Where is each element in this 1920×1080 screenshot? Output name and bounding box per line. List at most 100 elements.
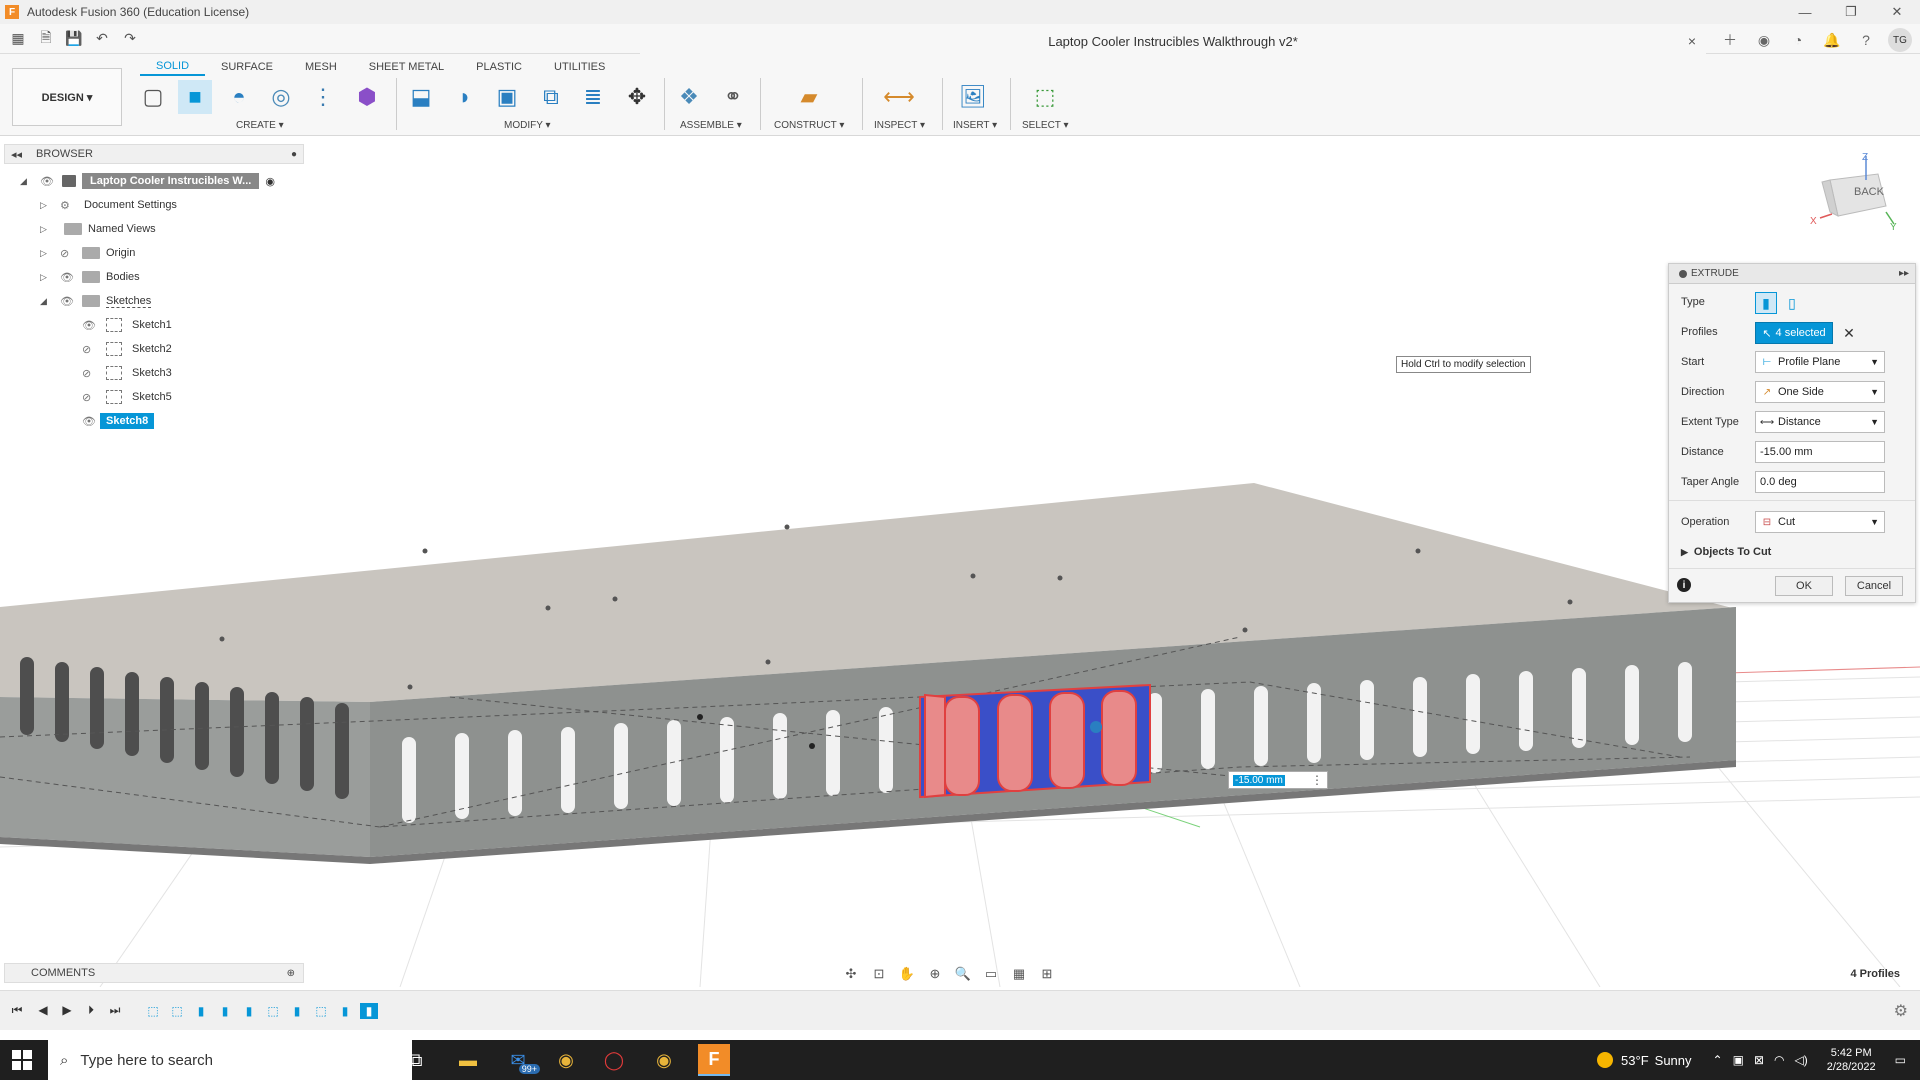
tree-item-sketch1[interactable]: 👁 Sketch1	[76, 314, 172, 336]
play-icon[interactable]: ▶	[58, 1001, 76, 1019]
close-window-button[interactable]: ✕	[1874, 0, 1920, 24]
pattern-icon[interactable]: ⋮	[306, 80, 340, 114]
clock[interactable]: 5:42 PM 2/28/2022	[1827, 1046, 1876, 1074]
expand-dialog-icon[interactable]: ▸▸	[1899, 268, 1909, 279]
tree-item-bodies[interactable]: ▷ 👁 Bodies	[40, 266, 140, 288]
extrude-header[interactable]: EXTRUDE ▸▸	[1669, 264, 1915, 284]
tree-item-document-settings[interactable]: ▷ ⚙ Document Settings	[40, 194, 177, 216]
tree-item-origin[interactable]: ▷ ⊘ Origin	[40, 242, 135, 264]
viewcube-face-label[interactable]: BACK	[1854, 186, 1884, 198]
timeline-extrude-icon[interactable]: ▮	[240, 1003, 258, 1019]
hidden-eye-icon[interactable]: ⊘	[82, 343, 100, 356]
assemble-menu[interactable]: ASSEMBLE ▾	[680, 120, 742, 131]
timeline-sketch-icon[interactable]: ⬚	[264, 1003, 282, 1019]
timeline-sketch-icon[interactable]: ⬚	[168, 1003, 186, 1019]
modify-menu[interactable]: MODIFY ▾	[504, 120, 551, 131]
distance-field[interactable]: -15.00 mm	[1755, 441, 1885, 463]
measure-icon[interactable]: ⟷	[882, 80, 916, 114]
operation-select[interactable]: ⊟ Cut ▼	[1755, 511, 1885, 533]
tab-mesh[interactable]: MESH	[289, 58, 353, 76]
timeline-active-feature-icon[interactable]: ▮	[360, 1003, 378, 1019]
user-avatar[interactable]: TG	[1888, 28, 1912, 52]
weather-temperature[interactable]: 53°F	[1621, 1053, 1649, 1068]
document-tab[interactable]: Laptop Cooler Instrucibles Walkthrough v…	[640, 28, 1706, 54]
tree-item-sketch2[interactable]: ⊘ Sketch2	[76, 338, 172, 360]
hidden-eye-icon[interactable]: ⊘	[82, 391, 100, 404]
extensions-icon[interactable]: ◉	[1752, 28, 1776, 52]
help-icon[interactable]: ?	[1854, 28, 1878, 52]
browser-pin-icon[interactable]: ●	[291, 149, 297, 160]
tree-item-sketches[interactable]: ◢ 👁 Sketches	[40, 290, 152, 312]
viewports-icon[interactable]: ⊞	[1036, 964, 1058, 984]
orbit-icon[interactable]: ✣	[840, 964, 862, 984]
tree-item-sketch5[interactable]: ⊘ Sketch5	[76, 386, 172, 408]
new-tab-icon[interactable]: ＋	[1718, 28, 1742, 52]
app-grid-icon[interactable]: ▦	[8, 29, 28, 49]
tab-plastic[interactable]: PLASTIC	[460, 58, 538, 76]
browser-header[interactable]: ◂◂ BROWSER ●	[4, 144, 304, 164]
objects-to-cut-section[interactable]: ▶ Objects To Cut	[1681, 540, 1771, 564]
inspect-menu[interactable]: INSPECT ▾	[874, 120, 925, 131]
cancel-button[interactable]: Cancel	[1845, 576, 1903, 596]
hole-icon[interactable]: ◎	[264, 80, 298, 114]
meet-now-icon[interactable]: ⊠	[1754, 1053, 1764, 1067]
expand-arrow-icon[interactable]: ▶	[1681, 547, 1688, 558]
display-settings-icon[interactable]: ▭	[980, 964, 1002, 984]
activate-radio-icon[interactable]: ◉	[265, 175, 275, 188]
distance-dimension-input[interactable]: -15.00 mm ⋮	[1228, 771, 1328, 789]
step-back-icon[interactable]: ◀	[34, 1001, 52, 1019]
tab-solid[interactable]: SOLID	[140, 58, 206, 76]
windows-start-icon[interactable]	[12, 1050, 32, 1070]
opera-icon[interactable]: ◯	[598, 1044, 630, 1076]
offset-plane-icon[interactable]: ▰	[792, 80, 826, 114]
fillet-icon[interactable]: ◗	[448, 80, 482, 114]
chevron-up-icon[interactable]: ⌃	[1713, 1053, 1723, 1067]
shell-icon[interactable]: ▣	[490, 80, 524, 114]
tree-item-named-views[interactable]: ▷ Named Views	[40, 218, 156, 240]
close-document-icon[interactable]: ×	[1688, 33, 1696, 49]
chrome-profile-icon[interactable]: ◉	[648, 1044, 680, 1076]
go-to-start-icon[interactable]: ⏮	[8, 1001, 26, 1019]
go-to-end-icon[interactable]: ⏭	[106, 1001, 124, 1019]
profiles-selection-button[interactable]: ↖ 4 selected	[1755, 322, 1833, 344]
move-icon[interactable]: ✥	[620, 80, 654, 114]
press-pull-icon[interactable]: ⬓	[404, 80, 438, 114]
expand-arrow-icon[interactable]: ▷	[40, 224, 54, 235]
viewcube[interactable]: BACK Z X Y	[1808, 152, 1898, 236]
action-center-icon[interactable]: ▭	[1895, 1053, 1906, 1067]
timeline-extrude-icon[interactable]: ▮	[336, 1003, 354, 1019]
clear-selection-icon[interactable]: ✕	[1839, 322, 1859, 344]
zoom-icon[interactable]: ⊕	[924, 964, 946, 984]
comments-panel[interactable]: COMMENTS ⊕	[4, 963, 304, 983]
create-sketch-icon[interactable]: ▢	[136, 80, 170, 114]
workspace-switcher[interactable]: DESIGN ▾	[12, 68, 122, 126]
visibility-eye-icon[interactable]: 👁	[60, 295, 78, 308]
job-status-icon[interactable]: ◔	[1786, 28, 1810, 52]
tree-item-sketch3[interactable]: ⊘ Sketch3	[76, 362, 172, 384]
wifi-icon[interactable]: ◠	[1774, 1053, 1784, 1067]
collapse-browser-icon[interactable]: ◂◂	[11, 148, 22, 161]
collapse-arrow-icon[interactable]: ◢	[40, 296, 54, 307]
form-icon[interactable]: ⬢	[350, 80, 384, 114]
timeline-extrude-icon[interactable]: ▮	[288, 1003, 306, 1019]
tab-surface[interactable]: SURFACE	[205, 58, 289, 76]
pan-icon[interactable]: ✋	[896, 964, 918, 984]
minimize-button[interactable]: —	[1782, 0, 1828, 24]
select-menu[interactable]: SELECT ▾	[1022, 120, 1069, 131]
revolve-icon[interactable]: ◓	[222, 80, 256, 114]
tree-item-sketch8[interactable]: 👁 Sketch8	[76, 410, 155, 432]
undo-icon[interactable]: ↶	[92, 29, 112, 49]
insert-image-icon[interactable]: 🖼	[956, 80, 990, 114]
visibility-eye-icon[interactable]: 👁	[60, 271, 78, 284]
visibility-eye-icon[interactable]: 👁	[82, 415, 100, 428]
start-select[interactable]: ⊢ Profile Plane ▼	[1755, 351, 1885, 373]
tree-root[interactable]: ◢ 👁 Laptop Cooler Instrucibles W... ◉	[20, 170, 275, 192]
type-thin-icon[interactable]: ▯	[1781, 292, 1803, 314]
viewcube-graphic[interactable]	[1808, 156, 1898, 236]
mail-icon[interactable]: ✉ 99+	[502, 1044, 540, 1076]
redo-icon[interactable]: ↷	[120, 29, 140, 49]
chrome-icon[interactable]: ◉	[550, 1044, 582, 1076]
extrude-icon[interactable]: ■	[178, 80, 212, 114]
dimension-value[interactable]: -15.00 mm	[1233, 774, 1285, 786]
collapse-arrow-icon[interactable]: ◢	[20, 176, 34, 187]
